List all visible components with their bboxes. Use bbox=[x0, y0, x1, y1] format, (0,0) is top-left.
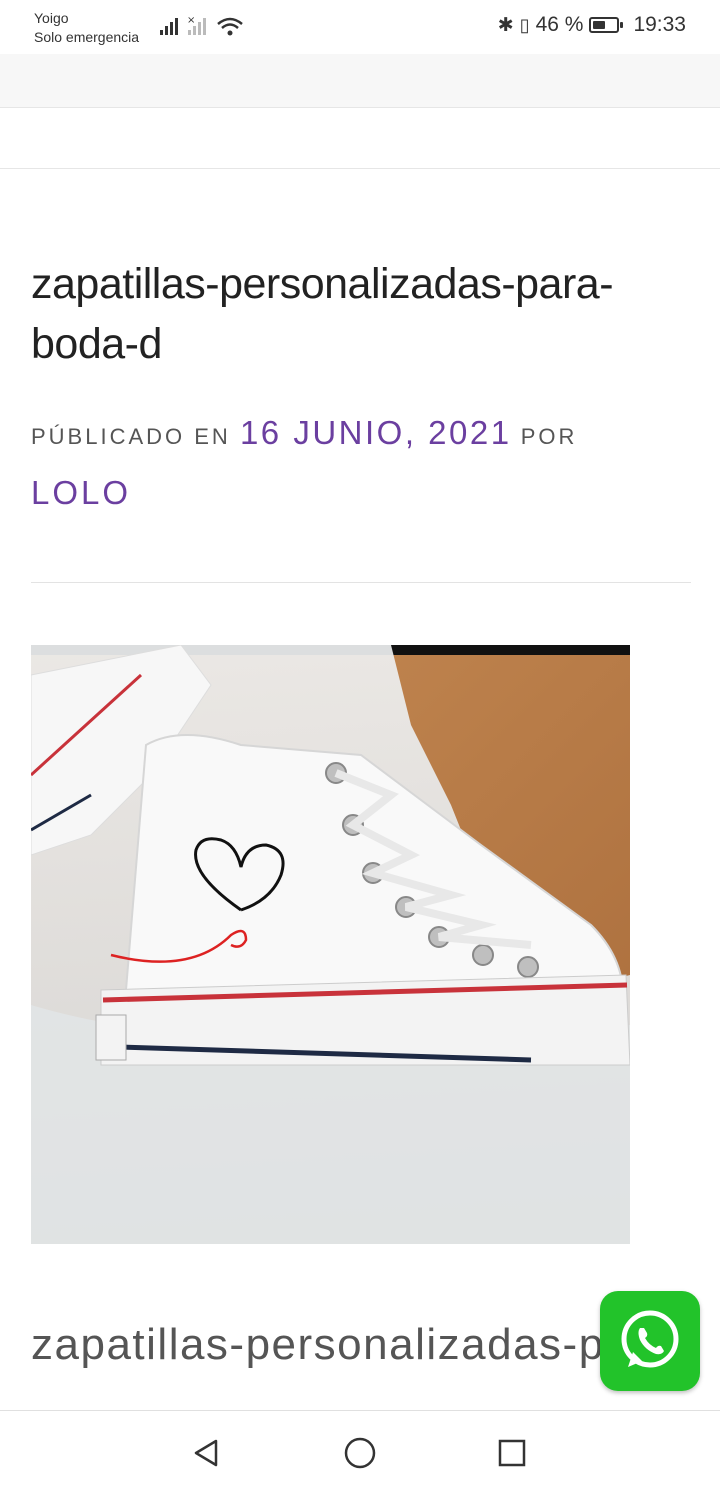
home-button[interactable] bbox=[320, 1411, 400, 1494]
post-title: zapatillas-personalizadas-para-boda-d bbox=[31, 260, 614, 368]
published-label: PÚBLICADO EN bbox=[31, 424, 231, 449]
vibrate-icon: ▯ bbox=[519, 14, 530, 35]
meta-divider bbox=[31, 582, 691, 583]
battery-percent: 46 % bbox=[535, 13, 584, 36]
bluetooth-icon: ✱ bbox=[497, 14, 514, 36]
sneaker-photo bbox=[31, 645, 630, 1244]
author-link[interactable]: LOLO bbox=[31, 474, 131, 511]
carrier-status: Solo emergencia bbox=[34, 29, 140, 45]
status-bar: Yoigo Solo emergencia × ✱ ▯ 46 % 19:33 bbox=[0, 0, 720, 54]
back-icon bbox=[194, 1439, 218, 1466]
signal-icon: × bbox=[160, 15, 243, 36]
battery-icon bbox=[589, 17, 624, 33]
carrier-info: Yoigo Solo emergencia bbox=[34, 9, 139, 47]
home-icon bbox=[344, 1437, 376, 1468]
svg-text:×: × bbox=[187, 15, 195, 26]
header-divider bbox=[0, 168, 720, 169]
clock: 19:33 bbox=[633, 13, 686, 36]
back-button[interactable] bbox=[166, 1411, 246, 1494]
whatsapp-button[interactable] bbox=[600, 1291, 700, 1391]
recents-button[interactable] bbox=[472, 1411, 552, 1494]
post-meta: PÚBLICADO EN 16 JUNIO, 2021 POR LOLO bbox=[31, 405, 691, 525]
android-nav-bar bbox=[0, 1410, 720, 1494]
carrier-name: Yoigo bbox=[34, 10, 69, 26]
browser-header bbox=[0, 54, 720, 108]
post-image[interactable] bbox=[31, 645, 630, 1244]
whatsapp-icon bbox=[621, 1310, 679, 1368]
post-date-link[interactable]: 16 JUNIO, 2021 bbox=[240, 414, 512, 451]
status-right: ✱ ▯ 46 % 19:33 bbox=[498, 13, 686, 37]
by-label: POR bbox=[520, 424, 578, 449]
recents-icon bbox=[498, 1439, 526, 1466]
